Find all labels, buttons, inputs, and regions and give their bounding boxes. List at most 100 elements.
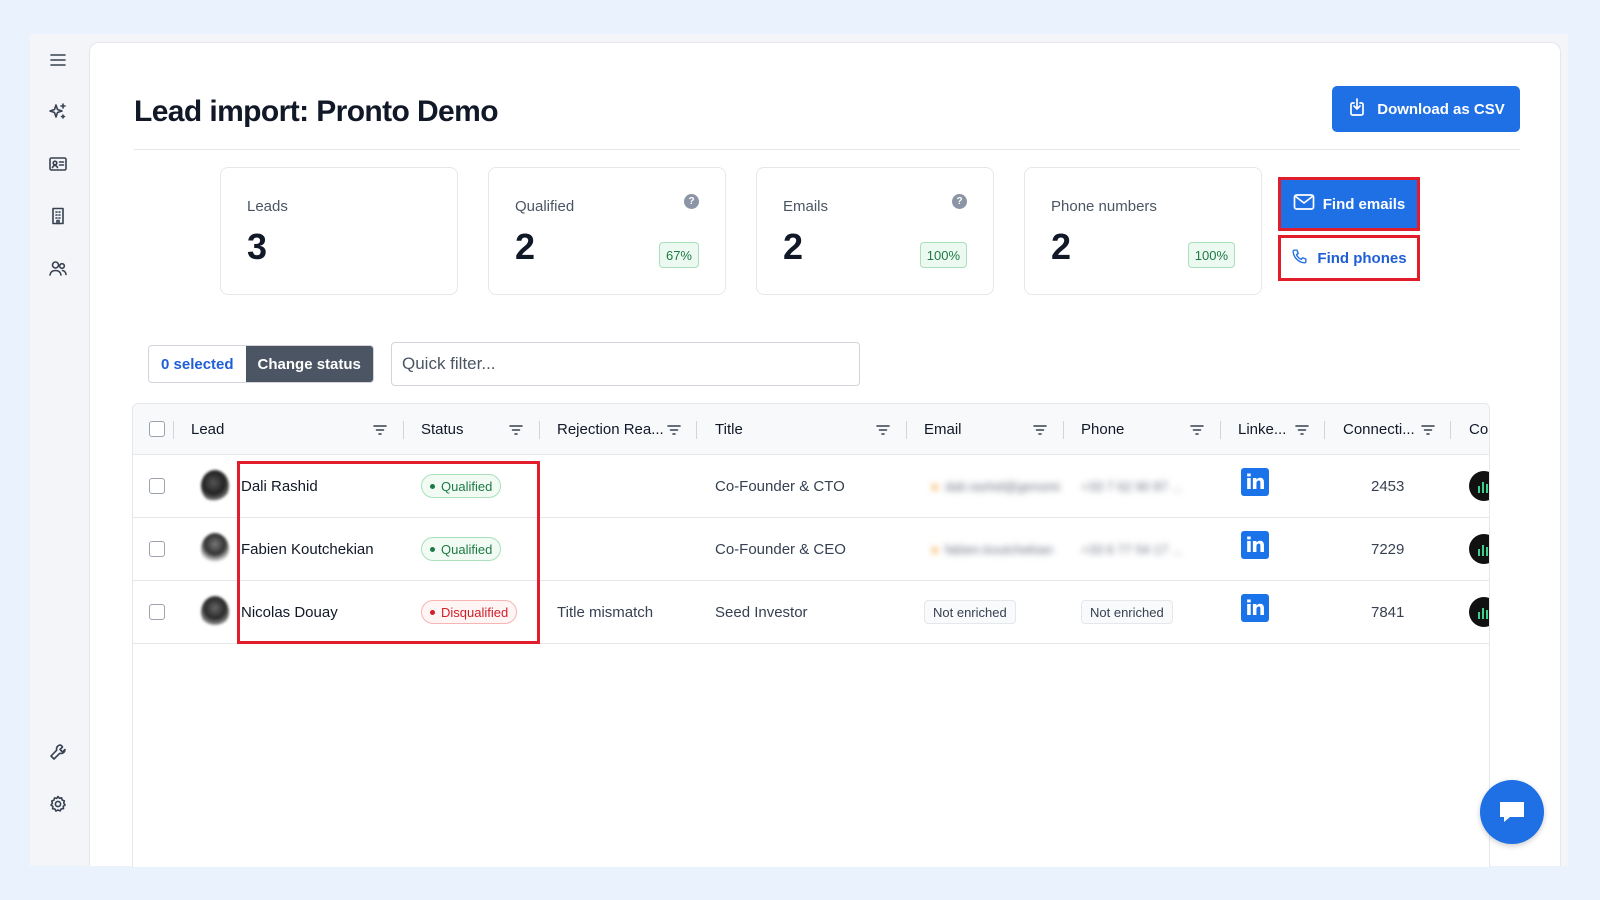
filter-icon[interactable]: [1033, 423, 1047, 435]
column-separator: [1063, 421, 1064, 439]
download-csv-button[interactable]: Download as CSV: [1332, 86, 1520, 132]
connections-count: 7841: [1371, 603, 1405, 621]
find-phones-button[interactable]: Find phones: [1278, 235, 1420, 281]
column-separator: [1324, 421, 1325, 439]
row-checkbox[interactable]: [149, 478, 165, 494]
phone-value[interactable]: +33 7 62 90 87 ...: [1081, 455, 1183, 517]
percent-badge: 100%: [919, 242, 967, 268]
percent-badge: 67%: [658, 242, 699, 268]
sparkles-icon[interactable]: [46, 100, 70, 124]
column-separator: [1220, 421, 1221, 439]
linkedin-icon[interactable]: in: [1241, 594, 1269, 622]
filter-icon[interactable]: [373, 423, 387, 435]
column-separator: [539, 421, 540, 439]
stat-value: 3: [247, 226, 268, 267]
linkedin-icon[interactable]: in: [1241, 468, 1269, 496]
company-logo-icon[interactable]: [1469, 534, 1489, 564]
stat-card-emails: Emails ? 2 100%: [756, 167, 994, 295]
table-row[interactable]: Nicolas Douay Disqualified Title mismatc…: [133, 581, 1489, 644]
divider: [134, 149, 1520, 150]
column-header-company[interactable]: Co: [1469, 404, 1488, 455]
rejection-reason: Title mismatch: [557, 603, 654, 621]
company-logo-icon[interactable]: [1469, 597, 1489, 627]
help-icon[interactable]: ?: [952, 194, 967, 209]
status-badge[interactable]: Qualified: [421, 474, 502, 498]
chat-icon: [1500, 802, 1524, 822]
row-checkbox[interactable]: [149, 541, 165, 557]
settings-icon[interactable]: [46, 792, 70, 816]
contact-card-icon[interactable]: [46, 152, 70, 176]
filter-icon[interactable]: [667, 423, 681, 435]
stat-card-qualified: Qualified ? 2 67%: [488, 167, 726, 295]
stat-label: Emails: [783, 198, 829, 215]
email-value[interactable]: ● dali.rashid@genomi: [931, 455, 1060, 517]
building-icon[interactable]: [46, 204, 70, 228]
lead-name[interactable]: Dali Rashid: [241, 455, 318, 517]
filter-icon[interactable]: [876, 423, 890, 435]
lead-title: Co-Founder & CEO: [715, 540, 846, 558]
column-separator: [403, 421, 404, 439]
column-header-linkedin[interactable]: Linke...: [1238, 404, 1286, 455]
stat-value: 2: [783, 226, 804, 267]
find-emails-label: Find emails: [1322, 195, 1406, 213]
phone-not-enriched: Not enriched: [1081, 600, 1173, 624]
mail-icon: [1293, 193, 1315, 215]
company-logo-icon[interactable]: [1469, 471, 1489, 501]
column-header-lead[interactable]: Lead: [191, 404, 224, 455]
email-not-enriched: Not enriched: [924, 600, 1016, 624]
filter-icon[interactable]: [509, 423, 523, 435]
chat-launcher-button[interactable]: [1480, 780, 1544, 844]
lead-name[interactable]: Fabien Koutchekian: [241, 518, 374, 580]
leads-table: Lead Status Rejection Rea... Title Email…: [132, 403, 1490, 867]
column-separator: [1450, 421, 1451, 439]
download-icon: [1347, 97, 1367, 121]
help-icon[interactable]: ?: [684, 194, 699, 209]
wrench-icon[interactable]: [46, 740, 70, 764]
avatar: [201, 533, 229, 565]
column-header-status[interactable]: Status: [421, 404, 464, 455]
menu-icon[interactable]: [46, 48, 70, 72]
column-separator: [173, 421, 174, 439]
row-checkbox[interactable]: [149, 604, 165, 620]
lead-name[interactable]: Nicolas Douay: [241, 581, 338, 643]
filter-icon[interactable]: [1190, 423, 1204, 435]
status-badge[interactable]: Qualified: [421, 537, 502, 561]
avatar: [201, 596, 229, 628]
column-header-rejection-reason[interactable]: Rejection Rea...: [557, 404, 664, 455]
status-label: Qualified: [441, 541, 493, 557]
column-separator: [696, 421, 697, 439]
linkedin-icon[interactable]: in: [1241, 531, 1269, 559]
status-badge[interactable]: Disqualified: [421, 600, 518, 624]
users-icon[interactable]: [46, 256, 70, 280]
quick-filter-input[interactable]: [391, 342, 860, 386]
page-title: Lead import: Pronto Demo: [134, 95, 499, 128]
filter-icon[interactable]: [1295, 423, 1309, 435]
download-csv-label: Download as CSV: [1377, 100, 1505, 118]
email-value[interactable]: ● fabien.koutchekian: [931, 518, 1053, 580]
status-label: Disqualified: [441, 604, 509, 620]
lead-title: Seed Investor: [715, 603, 808, 621]
column-header-connections[interactable]: Connecti...: [1343, 404, 1415, 455]
phone-value[interactable]: +33 6 77 54 17 ...: [1081, 518, 1183, 580]
find-emails-button[interactable]: Find emails: [1278, 177, 1420, 231]
select-all-checkbox[interactable]: [149, 421, 165, 437]
lead-title: Co-Founder & CTO: [715, 477, 845, 495]
sidebar: [30, 34, 88, 866]
percent-badge: 100%: [1187, 242, 1235, 268]
stat-label: Leads: [247, 198, 288, 215]
stat-label: Phone numbers: [1051, 198, 1157, 215]
stat-value: 2: [1051, 226, 1072, 267]
column-separator: [906, 421, 907, 439]
change-status-button[interactable]: Change status: [245, 346, 373, 382]
table-row[interactable]: Fabien Koutchekian Qualified Co-Founder …: [133, 518, 1489, 581]
selection-toolbar: 0 selected Change status: [148, 345, 374, 383]
column-header-email[interactable]: Email: [924, 404, 962, 455]
table-row[interactable]: Dali Rashid Qualified Co-Founder & CTO ●…: [133, 455, 1489, 518]
connections-count: 7229: [1371, 540, 1405, 558]
column-header-title[interactable]: Title: [715, 404, 743, 455]
filter-icon[interactable]: [1421, 423, 1435, 435]
column-header-phone[interactable]: Phone: [1081, 404, 1124, 455]
avatar: [201, 470, 229, 502]
selected-count[interactable]: 0 selected: [149, 346, 246, 382]
table-header: Lead Status Rejection Rea... Title Email…: [133, 404, 1489, 455]
